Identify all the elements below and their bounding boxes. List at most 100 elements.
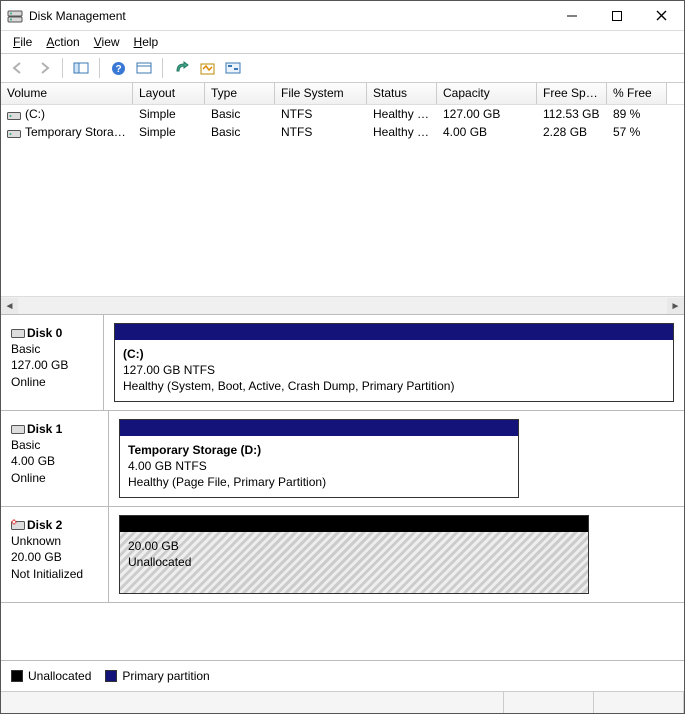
disk-name: Disk 2 — [27, 518, 62, 532]
forward-button[interactable] — [33, 57, 55, 79]
partition-body: 20.00 GBUnallocated — [120, 532, 588, 593]
status-cell — [1, 692, 504, 713]
partition[interactable]: (C:)127.00 GB NTFSHealthy (System, Boot,… — [114, 323, 674, 402]
disk-name: Disk 0 — [27, 326, 62, 340]
menu-action[interactable]: Action — [40, 33, 85, 51]
help-button[interactable]: ? — [107, 57, 129, 79]
volume-row[interactable]: Temporary Storag...SimpleBasicNTFSHealth… — [1, 123, 684, 141]
disk-partitions: Temporary Storage (D:)4.00 GB NTFSHealth… — [109, 411, 684, 506]
col-filesystem[interactable]: File System — [275, 83, 367, 104]
col-capacity[interactable]: Capacity — [437, 83, 537, 104]
disk-type: Unknown — [11, 533, 98, 549]
show-hide-tree-button[interactable] — [70, 57, 92, 79]
unallocated-swatch-icon — [11, 670, 23, 682]
menu-view[interactable]: View — [88, 33, 126, 51]
maximize-button[interactable] — [594, 1, 639, 30]
disk-icon — [7, 110, 21, 120]
cell-layout: Simple — [133, 106, 205, 122]
primary-swatch-icon — [105, 670, 117, 682]
partition-name: (C:) — [123, 346, 665, 362]
partition[interactable]: Temporary Storage (D:)4.00 GB NTFSHealth… — [119, 419, 519, 498]
partition-line1: 20.00 GB — [128, 538, 580, 554]
toolbar-separator — [62, 58, 63, 78]
disk-size: 4.00 GB — [11, 453, 98, 469]
volume-list-pane: Volume Layout Type File System Status Ca… — [1, 83, 684, 315]
status-cell — [594, 692, 684, 713]
menu-view-label: iew — [102, 35, 120, 49]
horizontal-scrollbar[interactable]: ◄ ► — [1, 296, 684, 314]
cell-volume: (C:) — [1, 106, 133, 122]
toolbar-separator — [99, 58, 100, 78]
disk-type: Basic — [11, 437, 98, 453]
volume-list-body[interactable]: (C:)SimpleBasicNTFSHealthy (S...127.00 G… — [1, 105, 684, 296]
partition-line2: Healthy (System, Boot, Active, Crash Dum… — [123, 378, 665, 394]
status-cell — [504, 692, 594, 713]
status-bar — [1, 691, 684, 713]
disk-state: Online — [11, 470, 98, 486]
window-controls — [549, 1, 684, 30]
menu-file-label: ile — [20, 35, 32, 49]
cell-volume: Temporary Storag... — [1, 124, 133, 140]
disk-label[interactable]: Disk 0Basic127.00 GBOnline — [1, 315, 104, 410]
menu-file[interactable]: File — [7, 33, 38, 51]
cell-type: Basic — [205, 106, 275, 122]
col-status[interactable]: Status — [367, 83, 437, 104]
disk-partitions: 20.00 GBUnallocated — [109, 507, 684, 602]
partition-stripe — [120, 516, 588, 532]
disk-graphical-pane[interactable]: Disk 0Basic127.00 GBOnline(C:)127.00 GB … — [1, 315, 684, 660]
disk-icon — [11, 327, 25, 339]
cell-filesystem: NTFS — [275, 124, 367, 140]
col-type[interactable]: Type — [205, 83, 275, 104]
menu-action-label: ction — [54, 35, 79, 49]
back-button[interactable] — [7, 57, 29, 79]
toolbar-separator — [162, 58, 163, 78]
scroll-right-icon[interactable]: ► — [667, 298, 684, 314]
partition-line1: 4.00 GB NTFS — [128, 458, 510, 474]
menu-help[interactable]: Help — [128, 33, 165, 51]
disk-row: Disk 2Unknown20.00 GBNot Initialized20.0… — [1, 507, 684, 603]
partition[interactable]: 20.00 GBUnallocated — [119, 515, 589, 594]
col-pctfree[interactable]: % Free — [607, 83, 667, 104]
cell-status: Healthy (S... — [367, 106, 437, 122]
disk-label[interactable]: Disk 1Basic4.00 GBOnline — [1, 411, 109, 506]
cell-pctfree: 89 % — [607, 106, 667, 122]
col-layout[interactable]: Layout — [133, 83, 205, 104]
disk-state: Not Initialized — [11, 566, 98, 582]
close-button[interactable] — [639, 1, 684, 30]
partition-line2: Unallocated — [128, 554, 580, 570]
col-volume[interactable]: Volume — [1, 83, 133, 104]
disk-state: Online — [11, 374, 93, 390]
legend-unallocated: Unallocated — [11, 669, 91, 683]
legend: Unallocated Primary partition — [1, 660, 684, 691]
disk-label[interactable]: Disk 2Unknown20.00 GBNot Initialized — [1, 507, 109, 602]
properties-button[interactable] — [133, 57, 155, 79]
cell-capacity: 4.00 GB — [437, 124, 537, 140]
disk-row: Disk 0Basic127.00 GBOnline(C:)127.00 GB … — [1, 315, 684, 411]
menu-help-label: elp — [142, 35, 158, 49]
partition-line2: Healthy (Page File, Primary Partition) — [128, 474, 510, 490]
settings-button[interactable] — [222, 57, 244, 79]
disk-size: 20.00 GB — [11, 549, 98, 565]
rescan-button[interactable] — [196, 57, 218, 79]
cell-freespace: 112.53 GB — [537, 106, 607, 122]
legend-primary: Primary partition — [105, 669, 209, 683]
volume-list-header: Volume Layout Type File System Status Ca… — [1, 83, 684, 105]
disk-row: Disk 1Basic4.00 GBOnlineTemporary Storag… — [1, 411, 684, 507]
partition-line1: 127.00 GB NTFS — [123, 362, 665, 378]
cell-capacity: 127.00 GB — [437, 106, 537, 122]
cell-status: Healthy (P... — [367, 124, 437, 140]
disk-icon — [7, 128, 21, 138]
volume-row[interactable]: (C:)SimpleBasicNTFSHealthy (S...127.00 G… — [1, 105, 684, 123]
col-freespace[interactable]: Free Spa... — [537, 83, 607, 104]
scroll-left-icon[interactable]: ◄ — [1, 298, 18, 314]
legend-primary-label: Primary partition — [122, 669, 209, 683]
cell-layout: Simple — [133, 124, 205, 140]
app-icon — [7, 8, 23, 24]
disk-icon — [11, 519, 25, 531]
toolbar: ? — [1, 53, 684, 83]
disk-partitions: (C:)127.00 GB NTFSHealthy (System, Boot,… — [104, 315, 684, 410]
cell-freespace: 2.28 GB — [537, 124, 607, 140]
refresh-button[interactable] — [170, 57, 192, 79]
cell-type: Basic — [205, 124, 275, 140]
minimize-button[interactable] — [549, 1, 594, 30]
